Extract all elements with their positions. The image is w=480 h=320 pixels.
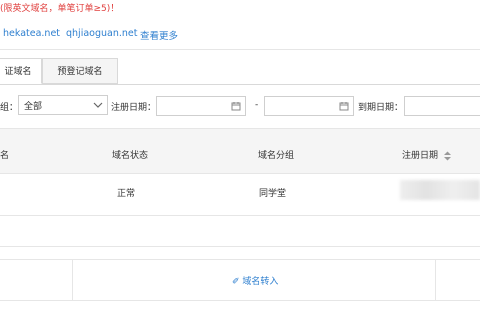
reg-date-end-input[interactable] bbox=[264, 96, 354, 116]
col-reg-date[interactable]: 注册日期 bbox=[402, 148, 452, 161]
tab-label: 预登记域名 bbox=[57, 67, 103, 77]
tab-pre-registered-domains[interactable]: 预登记域名 bbox=[42, 58, 118, 84]
row-domain-group: 同学堂 bbox=[259, 189, 287, 199]
divider bbox=[0, 49, 480, 50]
domain-links-row: hekatea.net qhjiaoguan.net 查看更多 bbox=[0, 28, 480, 44]
row-divider bbox=[0, 215, 480, 216]
col-reg-date-label: 注册日期 bbox=[402, 151, 439, 161]
reg-date-start-input[interactable] bbox=[156, 96, 246, 116]
tab-label: 证域名 bbox=[4, 67, 32, 77]
row-reg-date-redacted bbox=[400, 180, 480, 200]
tab-verified-domains[interactable]: 证域名 bbox=[0, 58, 42, 84]
calendar-icon[interactable] bbox=[339, 101, 349, 111]
col-domain-group: 域名分组 bbox=[258, 151, 295, 161]
expire-date-start-input[interactable] bbox=[404, 96, 480, 116]
expire-date-label: 到期日期： bbox=[358, 103, 404, 113]
sort-icon[interactable] bbox=[443, 151, 452, 161]
calendar-icon[interactable] bbox=[231, 101, 241, 111]
group-filter-label: 组： bbox=[0, 103, 19, 113]
view-more-link[interactable]: 查看更多 bbox=[140, 28, 178, 42]
row-divider bbox=[0, 246, 480, 247]
group-select[interactable]: 全部 bbox=[18, 95, 108, 115]
reg-date-label: 注册日期： bbox=[111, 103, 157, 113]
promo-notice: (限英文域名，单笔订单≥5)！ bbox=[0, 4, 120, 14]
domain-link-hekatea[interactable]: hekatea.net bbox=[3, 28, 60, 39]
chevron-down-icon bbox=[93, 102, 103, 108]
col-domain-name: 名 bbox=[0, 151, 10, 161]
footer-divider bbox=[435, 259, 436, 301]
row-domain-status: 正常 bbox=[117, 189, 136, 199]
domain-link-qhjiaoguan[interactable]: qhjiaoguan.net bbox=[66, 28, 137, 39]
domain-transfer-button[interactable]: ✐ 域名转入 bbox=[232, 274, 278, 287]
footer-divider bbox=[72, 259, 73, 301]
col-domain-status: 域名状态 bbox=[112, 151, 149, 161]
tabs-baseline bbox=[0, 84, 480, 85]
group-select-value: 全部 bbox=[24, 102, 43, 112]
date-range-separator: - bbox=[255, 100, 259, 110]
